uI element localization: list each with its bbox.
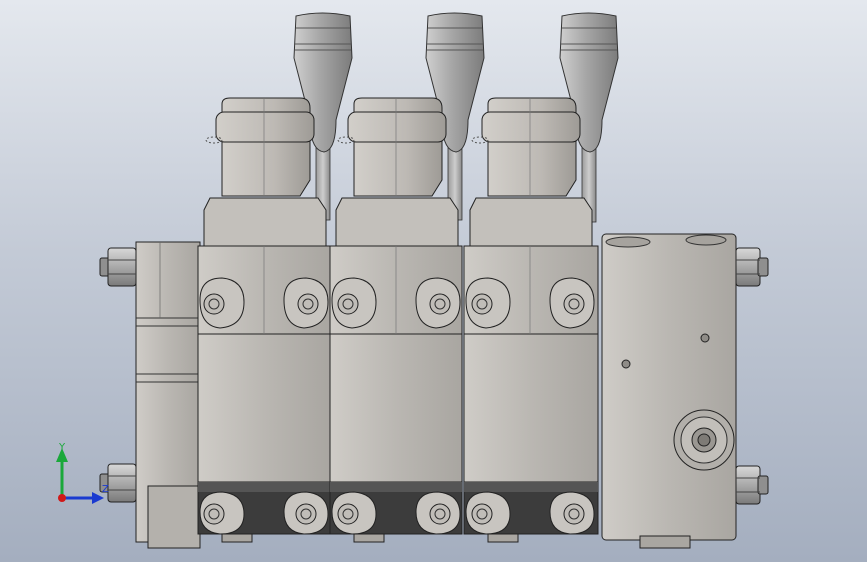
bolt-2b (415, 277, 461, 329)
bolt-2c (331, 491, 377, 535)
bolt-1a (199, 277, 245, 329)
right-end-plate (601, 233, 737, 549)
bolt-1c (199, 491, 245, 535)
axis-triad-arrows (56, 448, 104, 504)
bolt-2a (331, 277, 377, 329)
bolt-3d (549, 491, 595, 535)
bolt-1b (283, 277, 329, 329)
bolt-3b (549, 277, 595, 329)
x-axis-origin (58, 494, 66, 502)
cad-viewport[interactable]: Y Z (0, 0, 867, 562)
bolt-2d (415, 491, 461, 535)
spool-cap-1 (205, 97, 315, 197)
axis-triad: Y Z (44, 436, 114, 512)
valve-section-3[interactable] (463, 12, 619, 543)
right-end-port (673, 409, 735, 471)
right-tie-rod-nut-top (735, 247, 769, 287)
bolt-3a (465, 277, 511, 329)
left-tie-rod-nut-top (99, 247, 137, 287)
y-axis-label: Y (59, 442, 66, 453)
z-axis-label: Z (102, 484, 109, 495)
valve-assembly-model[interactable] (0, 0, 867, 562)
left-end-plate (135, 241, 201, 549)
valve-section-2[interactable] (329, 12, 485, 543)
bolt-3c (465, 491, 511, 535)
spool-cap-3 (471, 97, 581, 197)
bolt-1d (283, 491, 329, 535)
spool-cap-2 (337, 97, 447, 197)
valve-section-1[interactable] (197, 12, 353, 543)
right-tie-rod-nut-bottom (735, 465, 769, 505)
